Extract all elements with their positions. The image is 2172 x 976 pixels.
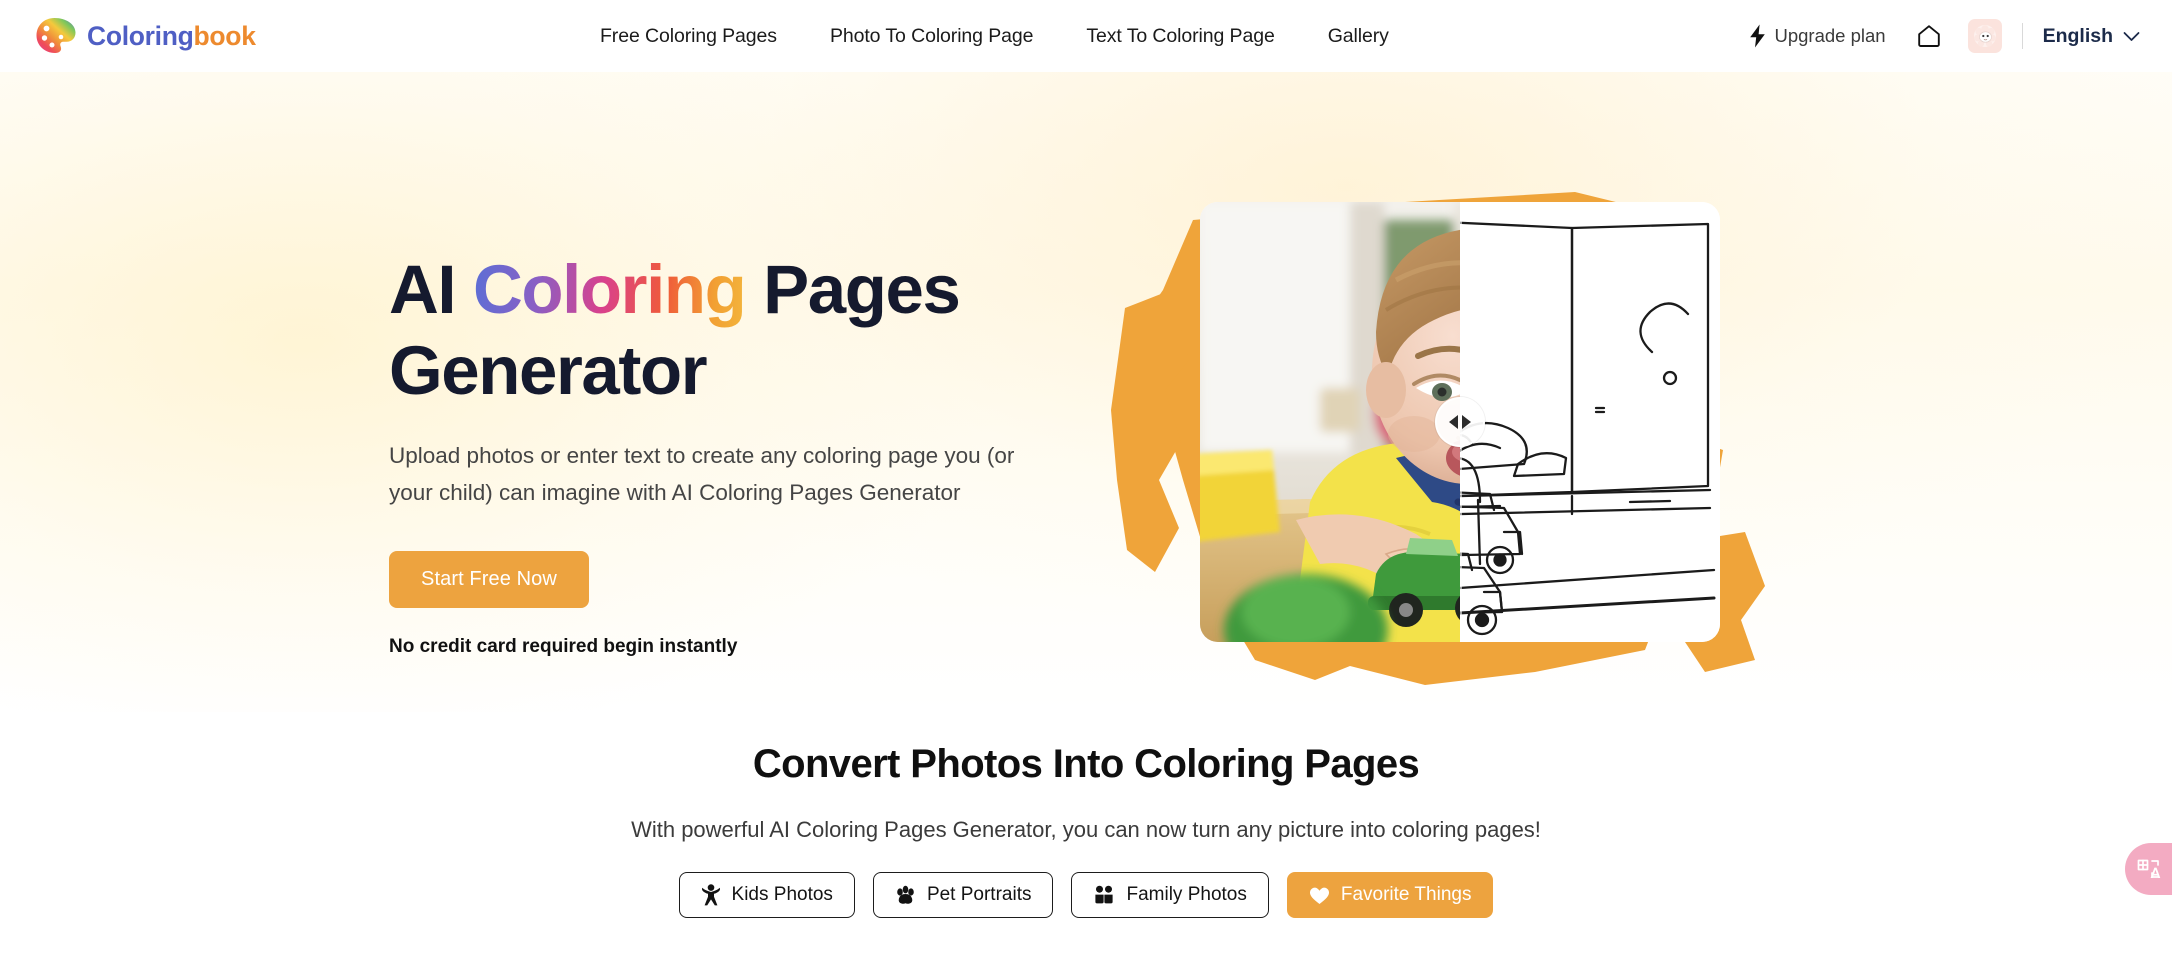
- child-icon: [701, 884, 721, 906]
- hero-title-line2: Generator: [389, 331, 708, 409]
- language-selector[interactable]: English: [2043, 25, 2140, 48]
- sheep-avatar-icon: [1973, 25, 1996, 47]
- chevron-down-icon: [2123, 31, 2140, 41]
- before-photo-image: [1200, 202, 1460, 642]
- nav-item-gallery[interactable]: Gallery: [1328, 25, 1389, 48]
- header-divider: [2021, 23, 2023, 49]
- left-arrow-icon: [1449, 415, 1458, 429]
- heart-icon: [1309, 886, 1330, 905]
- chip-label: Kids Photos: [731, 884, 833, 905]
- hero-subtitle: Upload photos or enter text to create an…: [389, 443, 1015, 505]
- hero-copy: AI Coloring Pages Generator Upload photo…: [389, 250, 1089, 658]
- convert-section: Convert Photos Into Coloring Pages With …: [0, 712, 2172, 918]
- hero-title-gradient-word: Coloring: [472, 251, 747, 328]
- header-actions: Upgrade plan English: [1748, 0, 2140, 72]
- nav-item-photo-to-coloring-page[interactable]: Photo To Coloring Page: [830, 25, 1034, 48]
- logo-text: Coloringbook: [87, 21, 256, 52]
- logo[interactable]: Coloringbook: [34, 16, 256, 56]
- translate-widget-button[interactable]: [2125, 843, 2172, 895]
- before-after-comparison[interactable]: [1200, 202, 1720, 642]
- chip-label: Family Photos: [1126, 884, 1247, 905]
- home-icon: [1917, 25, 1940, 47]
- palette-icon: [36, 18, 76, 53]
- chip-kids-photos[interactable]: Kids Photos: [678, 872, 855, 918]
- chip-favorite-things[interactable]: Favorite Things: [1286, 872, 1494, 918]
- people-icon: [1093, 885, 1115, 906]
- logo-text-primary: Coloring: [87, 20, 194, 51]
- hero-section: AI Coloring Pages Generator Upload photo…: [0, 72, 2172, 712]
- upgrade-plan-label: Upgrade plan: [1774, 25, 1886, 46]
- hero-title-part2: Pages: [745, 251, 961, 328]
- paw-icon: [895, 885, 916, 906]
- start-free-now-button[interactable]: Start Free Now: [389, 551, 589, 609]
- chip-family-photos[interactable]: Family Photos: [1071, 872, 1269, 918]
- right-arrow-icon: [1462, 415, 1471, 429]
- primary-nav: Free Coloring Pages Photo To Coloring Pa…: [600, 0, 1389, 72]
- section-title: Convert Photos Into Coloring Pages: [752, 742, 1420, 786]
- language-label: English: [2042, 24, 2113, 47]
- section-subtitle: With powerful AI Coloring Pages Generato…: [631, 817, 1541, 842]
- upgrade-plan-button[interactable]: Upgrade plan: [1748, 24, 1886, 48]
- nav-item-free-coloring-pages[interactable]: Free Coloring Pages: [600, 25, 777, 48]
- home-button[interactable]: [1912, 19, 1946, 53]
- hero-title-part1: AI: [389, 251, 473, 328]
- hero-note: No credit card required begin instantly: [389, 636, 738, 658]
- chip-label: Pet Portraits: [926, 884, 1032, 905]
- category-filter-group: Kids Photos Pet Portraits Family Photos …: [0, 872, 2172, 918]
- site-header: Coloringbook Free Coloring Pages Photo T…: [0, 0, 2172, 72]
- nav-item-text-to-coloring-page[interactable]: Text To Coloring Page: [1086, 25, 1274, 48]
- chip-pet-portraits[interactable]: Pet Portraits: [872, 872, 1054, 918]
- lightning-bolt-icon: [1750, 24, 1766, 48]
- user-avatar[interactable]: [1967, 19, 2002, 53]
- comparison-slider-handle[interactable]: [1435, 397, 1485, 447]
- logo-text-secondary: book: [193, 20, 256, 51]
- translate-icon: [2137, 859, 2160, 878]
- hero-visual: [1105, 180, 1805, 700]
- hero-title: AI Coloring Pages Generator: [389, 250, 1089, 411]
- chip-label: Favorite Things: [1340, 884, 1472, 905]
